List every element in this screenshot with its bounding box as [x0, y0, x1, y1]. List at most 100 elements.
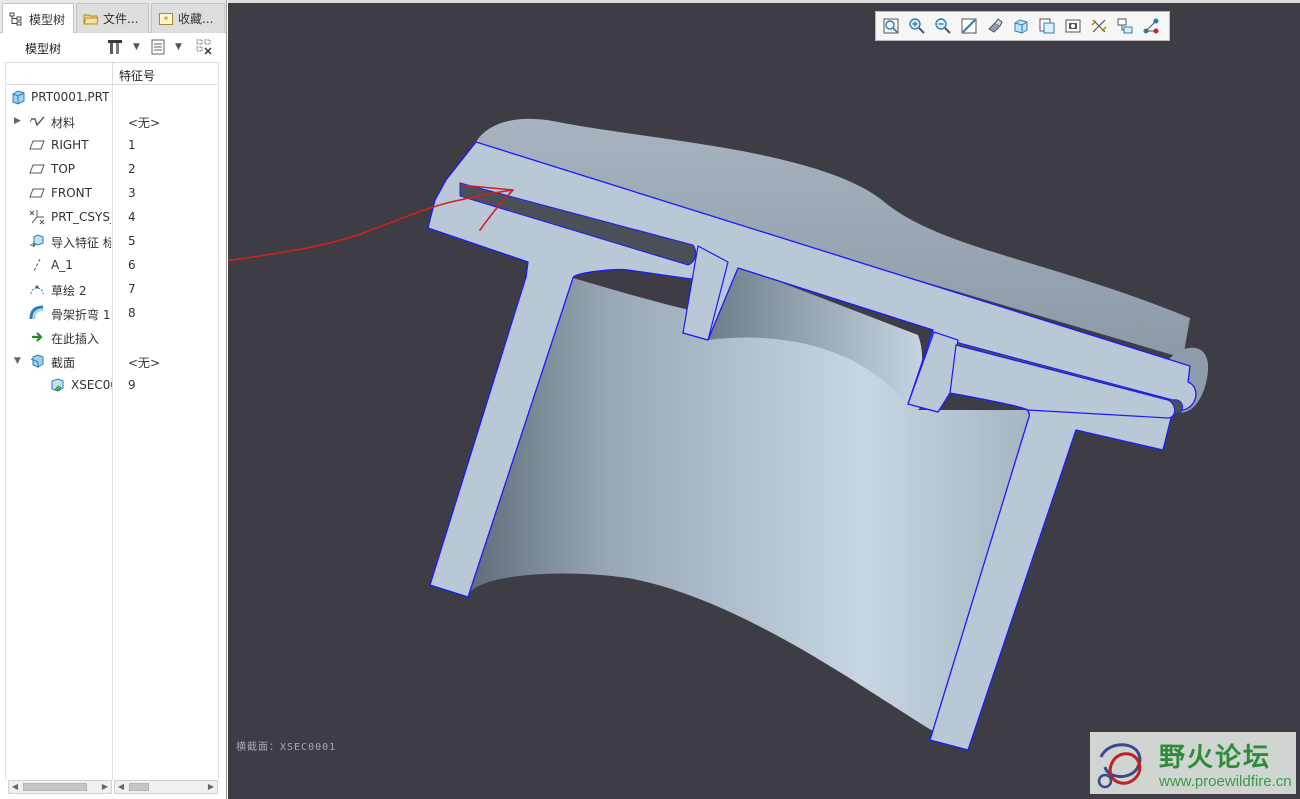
scroll-left-icon[interactable]: ◀: [9, 781, 21, 793]
tree-item-prt-csys[interactable]: PRT_CSYS_ 4: [0, 205, 218, 229]
tree-item-right[interactable]: RIGHT 1: [0, 133, 218, 157]
tab-favorites[interactable]: * 收藏...: [151, 3, 225, 33]
graphics-viewport[interactable]: 横截面：XSEC0001 野火论坛 www.proewildfire.cn: [228, 0, 1300, 799]
tree-item-label: A_1: [51, 258, 73, 272]
sections-icon: [29, 353, 45, 369]
tree-item-label: 材料: [51, 116, 76, 130]
datum-plane-icon: [29, 137, 45, 153]
favorites-icon: *: [158, 11, 174, 27]
zoom-out-icon[interactable]: [932, 15, 954, 37]
tree-item-feature-id: 7: [128, 282, 136, 296]
column-name-header[interactable]: [6, 63, 113, 84]
forum-logo: [1097, 743, 1142, 789]
tree-item-spinal-bend[interactable]: 骨架折弯 1 8: [0, 301, 218, 325]
model-tree-icon: [9, 11, 25, 27]
forum-watermark: 野火论坛 www.proewildfire.cn: [1090, 732, 1296, 794]
tree-root-row[interactable]: PRT0001.PRT: [0, 85, 218, 109]
watermark-title: 野火论坛: [1159, 743, 1272, 773]
datum-axis-icon: [29, 257, 45, 273]
svg-text:*: *: [164, 15, 169, 26]
perspective-view-icon[interactable]: [1062, 15, 1084, 37]
scroll-right-icon[interactable]: ▶: [99, 781, 111, 793]
settings-tools-icon[interactable]: [105, 37, 127, 57]
tree-item-feature-id: <无>: [128, 356, 161, 370]
tree-item-feature-id: <无>: [128, 116, 161, 130]
tree-item-axis[interactable]: A_1 6: [0, 253, 218, 277]
tree-item-feature-id: 2: [128, 162, 136, 176]
spin-center-icon[interactable]: [1114, 15, 1136, 37]
tree-item-feature-id: 5: [128, 234, 136, 248]
tree-item-feature-id: 1: [128, 138, 136, 152]
tree-item-xsec[interactable]: XSEC00 9: [0, 373, 218, 397]
display-style-icon[interactable]: [984, 15, 1006, 37]
chevron-down-icon[interactable]: ▼: [133, 42, 143, 52]
import-feature-icon: [29, 233, 45, 249]
datum-plane-icon: [29, 161, 45, 177]
tab-file-browser[interactable]: 文件...: [76, 3, 149, 33]
datum-plane-icon: [29, 185, 45, 201]
tab-label: 模型树: [29, 12, 66, 27]
navigator-tab-bar: 模型树 文件... * 收藏...: [0, 0, 226, 34]
tree-title: 模型树: [25, 42, 62, 56]
tree-item-feature-id: 3: [128, 186, 136, 200]
tree-item-sections[interactable]: ▼ 截面 <无>: [0, 349, 218, 373]
tree-item-label: 骨架折弯 1: [51, 308, 111, 322]
datum-display-filter-icon[interactable]: [1088, 15, 1110, 37]
view-manager-icon[interactable]: [1036, 15, 1058, 37]
spinal-bend-icon: [29, 305, 45, 321]
tree-item-label: 截面: [51, 356, 76, 370]
coordinate-system-icon: [29, 209, 45, 225]
tab-label: 文件...: [103, 12, 139, 26]
tree-item-label: PRT_CSYS_: [51, 210, 111, 224]
scroll-thumb[interactable]: [129, 783, 149, 791]
collapse-arrow-icon[interactable]: ▼: [14, 356, 24, 366]
feature-column-scrollbar[interactable]: ◀ ▶: [114, 780, 218, 794]
refit-icon[interactable]: [880, 15, 902, 37]
tree-item-import-feature[interactable]: 导入特征 标 5: [0, 229, 218, 253]
watermark-url: www.proewildfire.cn: [1159, 773, 1292, 790]
annotation-display-icon[interactable]: [1140, 15, 1162, 37]
tree-item-label: FRONT: [51, 186, 92, 200]
chevron-down-icon[interactable]: ▼: [175, 42, 185, 52]
folder-icon: [83, 11, 99, 27]
tree-item-label: 导入特征 标: [51, 236, 111, 250]
tree-item-label: 在此插入: [51, 332, 100, 346]
zoom-in-icon[interactable]: [906, 15, 928, 37]
tree-item-feature-id: 9: [128, 378, 136, 392]
tab-model-tree[interactable]: 模型树: [2, 3, 74, 34]
tree-item-material[interactable]: ▶ 材料 <无>: [0, 109, 218, 133]
name-column-scrollbar[interactable]: ◀ ▶: [8, 780, 112, 794]
tree-root-label: PRT0001.PRT: [31, 90, 110, 104]
scroll-left-icon[interactable]: ◀: [115, 781, 127, 793]
insert-here-arrow-icon: [29, 329, 45, 345]
tree-item-sketch[interactable]: 草绘 2 7: [0, 277, 218, 301]
part-icon: [10, 89, 26, 105]
tree-item-front[interactable]: FRONT 3: [0, 181, 218, 205]
scroll-right-icon[interactable]: ▶: [205, 781, 217, 793]
column-divider: [218, 62, 219, 780]
tree-item-feature-id: 4: [128, 210, 136, 224]
expand-arrow-icon[interactable]: ▶: [14, 116, 24, 126]
tree-item-feature-id: 8: [128, 306, 136, 320]
tree-item-top[interactable]: TOP 2: [0, 157, 218, 181]
section-status-label: 横截面：XSEC0001: [236, 742, 337, 753]
tree-item-feature-id: 6: [128, 258, 136, 272]
tree-item-label: 草绘 2: [51, 284, 87, 298]
cross-section-icon: [49, 377, 65, 393]
tree-toolbar: 模型树 ▼ ▼: [0, 33, 226, 61]
model-section-view[interactable]: [228, 0, 1300, 799]
scroll-thumb[interactable]: [23, 783, 87, 791]
tree-item-insert-here[interactable]: 在此插入: [0, 325, 218, 349]
show-columns-icon[interactable]: [147, 37, 169, 57]
filter-icon[interactable]: [193, 37, 215, 57]
tab-label: 收藏...: [178, 12, 214, 26]
saved-orientations-icon[interactable]: [1010, 15, 1032, 37]
column-header: 特征号: [6, 62, 218, 85]
view-toolbar: [875, 11, 1170, 41]
column-feature-id-header[interactable]: 特征号: [119, 67, 155, 84]
tree-item-label: XSEC00: [71, 378, 112, 392]
model-tree-panel: 模型树 文件... * 收藏... 模型树 ▼ ▼ 特征号 PRT0001.PR…: [0, 0, 227, 799]
tree-item-label: RIGHT: [51, 138, 89, 152]
repaint-icon[interactable]: [958, 15, 980, 37]
sketch-icon: [29, 281, 45, 297]
